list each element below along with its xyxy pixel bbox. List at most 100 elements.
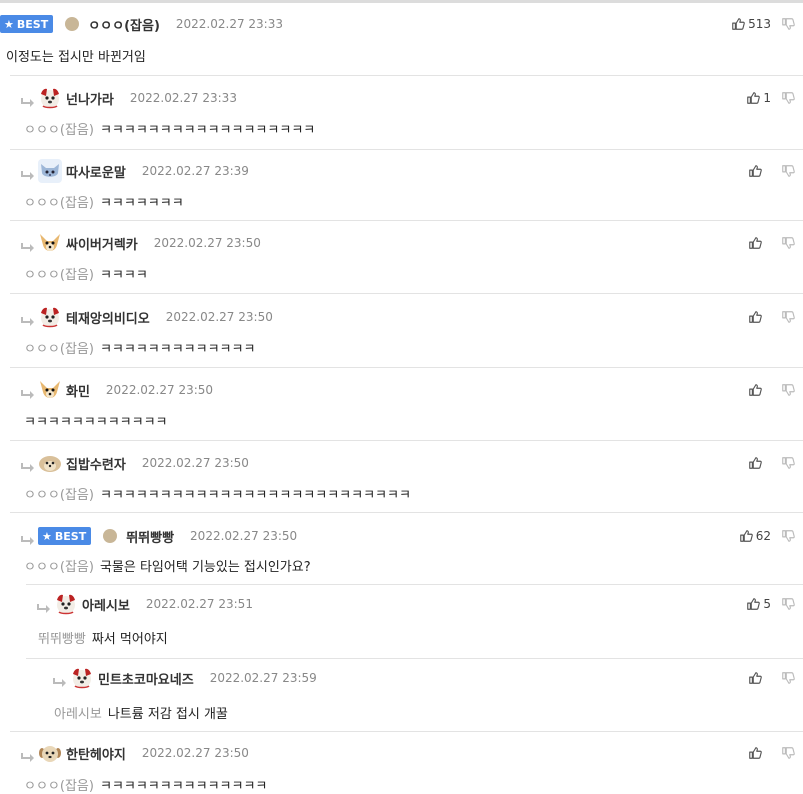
thumbs-up-icon[interactable] bbox=[748, 164, 762, 178]
avatar[interactable] bbox=[38, 159, 62, 183]
thumbs-up-icon[interactable] bbox=[746, 597, 761, 611]
avatar[interactable] bbox=[65, 17, 80, 31]
thumbs-down-icon[interactable] bbox=[781, 671, 795, 685]
vote-area: 62 bbox=[739, 522, 795, 550]
comment-body: ㅋㅋㅋㅋㅋㅋㅋㅋㅋㅋㅋㅋ bbox=[24, 411, 168, 430]
reply-mention[interactable]: ㅇㅇㅇ(잡음) bbox=[24, 196, 94, 211]
like-count: 5 bbox=[763, 597, 771, 611]
thumbs-up-icon[interactable] bbox=[748, 746, 762, 760]
avatar[interactable] bbox=[54, 592, 78, 616]
nickname[interactable]: 뛰뛰빵빵 bbox=[126, 527, 174, 546]
comment-date: 2022.02.27 23:33 bbox=[175, 17, 283, 31]
avatar[interactable] bbox=[38, 741, 62, 765]
reply-mention[interactable]: ㅇㅇㅇ(잡음) bbox=[24, 488, 94, 503]
reply-mention[interactable]: 아레시보 bbox=[54, 707, 102, 722]
thumbs-up-icon[interactable] bbox=[748, 671, 762, 685]
comment-header: 따사로운말 2022.02.27 23:39 bbox=[20, 157, 249, 185]
comment-date: 2022.02.27 23:50 bbox=[141, 456, 249, 470]
reply-mention[interactable]: ㅇㅇㅇ(잡음) bbox=[24, 123, 94, 138]
reply-mention[interactable]: ㅇㅇㅇ(잡음) bbox=[24, 560, 94, 575]
thumbs-down-icon[interactable] bbox=[781, 310, 795, 324]
comment-body: ㅇㅇㅇ(잡음) ㅋㅋㅋㅋㅋㅋㅋ bbox=[24, 192, 184, 211]
vote-area bbox=[748, 229, 795, 257]
reply-mention[interactable]: ㅇㅇㅇ(잡음) bbox=[24, 268, 94, 283]
like-count: 1 bbox=[763, 91, 771, 105]
nickname[interactable]: 화민 bbox=[66, 381, 90, 400]
thumbs-up-icon[interactable] bbox=[739, 529, 753, 543]
thumbs-down-icon[interactable] bbox=[781, 17, 795, 31]
thumbs-down-icon[interactable] bbox=[781, 456, 795, 470]
comment-body: ㅇㅇㅇ(잡음) ㅋㅋㅋㅋㅋㅋㅋㅋㅋㅋㅋㅋㅋㅋㅋㅋㅋㅋ bbox=[24, 119, 315, 138]
avatar[interactable] bbox=[38, 305, 62, 329]
best-label: BEST bbox=[54, 529, 87, 543]
reply-arrow-icon bbox=[20, 238, 36, 252]
avatar[interactable] bbox=[70, 666, 94, 690]
reply-arrow-icon bbox=[20, 748, 36, 762]
star-icon: ★ bbox=[42, 529, 52, 543]
comment-text: 이정도는 접시만 바뀐거임 bbox=[6, 50, 146, 65]
comment-text: ㅋㅋㅋㅋㅋㅋㅋㅋㅋㅋㅋㅋㅋㅋ bbox=[99, 779, 268, 794]
divider bbox=[26, 584, 803, 585]
thumbs-up-icon[interactable] bbox=[748, 310, 762, 324]
comment-body: ㅇㅇㅇ(잡음) ㅋㅋㅋㅋ bbox=[24, 264, 148, 283]
comment-item: 아레시보 2022.02.27 23:51 5 뛰뛰빵빵 짜서 먹어야지 bbox=[0, 590, 803, 659]
comment-text: ㅋㅋㅋㅋㅋㅋㅋㅋㅋㅋㅋㅋㅋㅋㅋㅋㅋㅋ bbox=[99, 123, 316, 138]
reply-mention[interactable]: ㅇㅇㅇ(잡음) bbox=[24, 342, 94, 357]
thumbs-up-icon[interactable] bbox=[746, 91, 761, 105]
thumbs-down-icon[interactable] bbox=[781, 746, 795, 760]
comment-date: 2022.02.27 23:51 bbox=[145, 597, 253, 611]
vote-area bbox=[748, 303, 795, 331]
like-count: 62 bbox=[755, 529, 771, 543]
comment-text: 짜서 먹어야지 bbox=[91, 632, 168, 647]
vote-area: 1 bbox=[746, 84, 795, 112]
nickname[interactable]: 테재앙의비디오 bbox=[66, 308, 150, 327]
comment-text: ㅋㅋㅋㅋㅋㅋㅋㅋㅋㅋㅋㅋ bbox=[24, 415, 168, 430]
thumbs-down-icon[interactable] bbox=[781, 383, 795, 397]
thumbs-down-icon[interactable] bbox=[781, 164, 795, 178]
comment-header: 싸이버거렉카 2022.02.27 23:50 bbox=[20, 229, 261, 257]
thumbs-up-icon[interactable] bbox=[731, 17, 745, 31]
comment-date: 2022.02.27 23:59 bbox=[209, 671, 317, 685]
reply-mention[interactable]: 뛰뛰빵빵 bbox=[38, 632, 86, 647]
divider bbox=[10, 512, 803, 513]
comment-header: 테재앙의비디오 2022.02.27 23:50 bbox=[20, 303, 273, 331]
comment-date: 2022.02.27 23:33 bbox=[129, 91, 237, 105]
thumbs-up-icon[interactable] bbox=[748, 236, 762, 250]
nickname[interactable]: ㅇㅇㅇ(잡음) bbox=[88, 15, 160, 34]
like-count: 513 bbox=[748, 17, 771, 31]
comment-item: 화민 2022.02.27 23:50 ㅋㅋㅋㅋㅋㅋㅋㅋㅋㅋㅋㅋ bbox=[0, 376, 803, 441]
comment-text: 국물은 타임어택 기능있는 접시인가요? bbox=[99, 560, 311, 575]
thumbs-down-icon[interactable] bbox=[781, 236, 795, 250]
comment-date: 2022.02.27 23:50 bbox=[105, 383, 214, 397]
nickname[interactable]: 한탄헤야지 bbox=[66, 744, 126, 763]
avatar[interactable] bbox=[38, 231, 62, 255]
nickname[interactable]: 따사로운말 bbox=[66, 162, 126, 181]
thumbs-up-icon[interactable] bbox=[748, 383, 762, 397]
nickname[interactable]: 넌나가라 bbox=[66, 89, 114, 108]
thumbs-down-icon[interactable] bbox=[781, 91, 795, 105]
avatar[interactable] bbox=[103, 529, 118, 543]
thumbs-up-icon[interactable] bbox=[748, 456, 762, 470]
nickname[interactable]: 집밥수련자 bbox=[66, 454, 126, 473]
avatar[interactable] bbox=[38, 86, 62, 110]
best-badge: ★ BEST bbox=[38, 527, 92, 545]
divider bbox=[10, 149, 803, 150]
comment-text: ㅋㅋㅋㅋㅋㅋㅋㅋㅋㅋㅋㅋㅋ bbox=[99, 342, 256, 357]
nickname[interactable]: 아레시보 bbox=[82, 595, 130, 614]
comment-item: 한탄헤야지 2022.02.27 23:50 ㅇㅇㅇ(잡음) ㅋㅋㅋㅋㅋㅋㅋㅋㅋㅋㅋㅋ… bbox=[0, 739, 803, 794]
reply-arrow-icon bbox=[52, 673, 68, 687]
comment-date: 2022.02.27 23:50 bbox=[165, 310, 273, 324]
top-border bbox=[0, 0, 803, 3]
thumbs-down-icon[interactable] bbox=[781, 597, 795, 611]
avatar[interactable] bbox=[38, 378, 62, 402]
comment-item: 싸이버거렉카 2022.02.27 23:50 ㅇㅇㅇ(잡음) ㅋㅋㅋㅋ bbox=[0, 229, 803, 294]
comment-item: 따사로운말 2022.02.27 23:39 ㅇㅇㅇ(잡음) ㅋㅋㅋㅋㅋㅋㅋ bbox=[0, 157, 803, 221]
nickname[interactable]: 싸이버거렉카 bbox=[66, 234, 138, 253]
avatar[interactable] bbox=[38, 451, 62, 475]
comment-item: 집밥수련자 2022.02.27 23:50 ㅇㅇㅇ(잡음) ㅋㅋㅋㅋㅋㅋㅋㅋㅋㅋㅋㅋ… bbox=[0, 449, 803, 513]
comment-item: 민트초코마요네즈 2022.02.27 23:59 아레시보 나트륨 저감 접시 개꿀 bbox=[0, 664, 803, 732]
reply-mention[interactable]: ㅇㅇㅇ(잡음) bbox=[24, 779, 94, 794]
comment-item: ★ BEST ㅇㅇㅇ(잡음) 2022.02.27 23:33 513 이정도는 접시만 … bbox=[0, 10, 803, 76]
nickname[interactable]: 민트초코마요네즈 bbox=[98, 669, 194, 688]
thumbs-down-icon[interactable] bbox=[781, 529, 795, 543]
